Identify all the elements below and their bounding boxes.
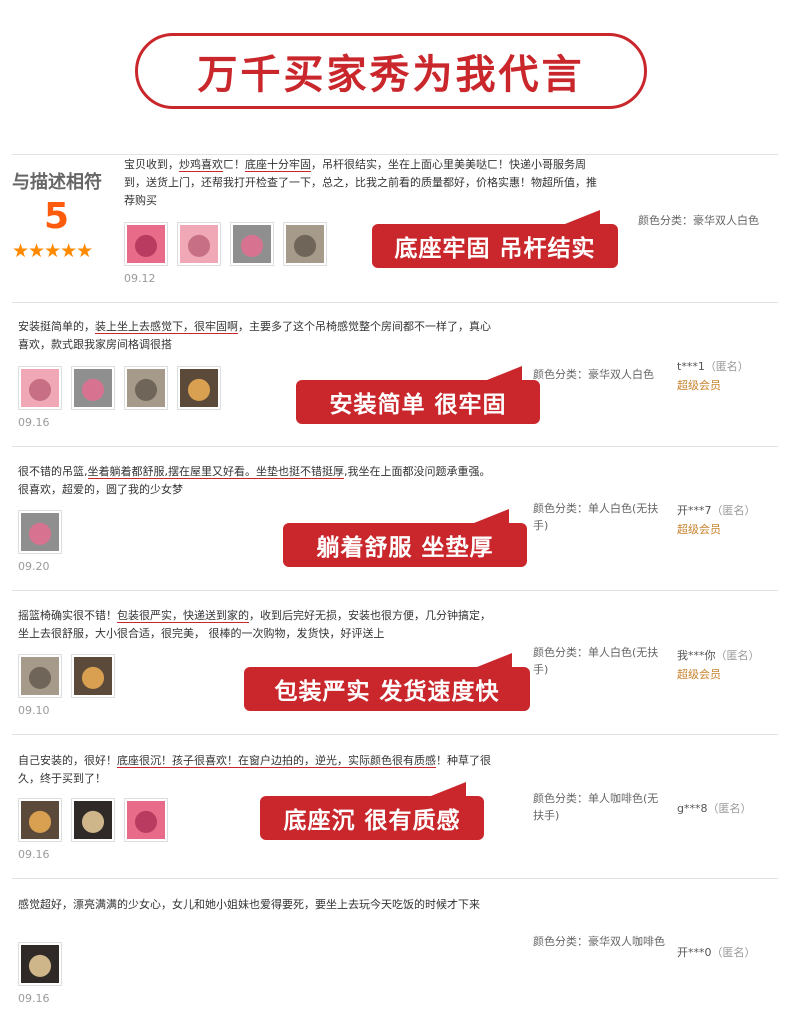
review-photo[interactable] [18,366,62,410]
reviewer-name: g***8（匿名） [677,802,752,815]
review-photo[interactable] [18,942,62,986]
review-spec: 颜色分类：豪华双人白色 [533,368,654,381]
rating-stars-icon: ★★★★★ [12,240,93,262]
review-date: 09.16 [18,992,50,1005]
banner-title: 万千买家秀为我代言 [197,52,585,98]
review-text: 宝贝收到，炒鸡喜欢ㄈ！底座十分牢固，吊杆很结实，坐在上面心里美美哒ㄈ！快递小哥服… [124,156,604,210]
review-text-highlight: 炒鸡喜欢 [179,158,223,172]
photo-thumbnail [127,225,165,263]
review-highlight-tag: 底座沉 很有质感 [260,782,484,840]
photo-thumbnail [21,801,59,839]
review-text: 感觉超好，漂亮满满的少女心，女儿和她小姐妹也爱得要死，要坐上去玩今天吃饭的时候才… [18,896,498,914]
review-date: 09.16 [18,416,50,429]
divider [12,154,778,155]
review-text: 安装挺简单的，装上坐上去感觉下，很牢固啊，主要多了这个吊椅感觉整个房间都不一样了… [18,318,498,354]
review-text-segment: ㄈ！ [223,158,245,171]
review-spec: 颜色分类：单人白色(无扶手) [533,646,659,676]
review-text-segment: 安装挺简单的， [18,320,95,333]
review-text: 摇篮椅确实很不错！包装很严实，快递送到家的，收到后完好无损，安装也很方便，几分钟… [18,607,498,643]
review-spec: 颜色分类：豪华双人白色 [638,214,759,227]
review-thumbnails [124,222,327,266]
vip-badge: 超级会员 [677,379,721,392]
photo-thumbnail [180,369,218,407]
review-photo[interactable] [230,222,274,266]
photo-thumbnail [180,225,218,263]
vip-badge: 超级会员 [677,523,721,536]
review-text-highlight: 底座十分牢固 [245,158,311,172]
photo-thumbnail [21,513,59,551]
review-date: 09.12 [124,272,156,285]
vip-badge: 超级会员 [677,668,721,681]
reviewer-name: 我***你（匿名） [677,649,760,662]
review-highlight-tag: 底座牢固 吊杆结实 [372,210,618,268]
review-photo[interactable] [124,366,168,410]
review-photo[interactable] [71,366,115,410]
photo-thumbnail [21,945,59,983]
divider [12,302,778,303]
review-text-highlight: 装上坐上去感觉下，很牢固啊 [95,320,238,334]
page-banner: 万千买家秀为我代言 [135,33,647,109]
photo-thumbnail [21,369,59,407]
divider [12,446,778,447]
review-text-segment: 自己安装的，很好！ [18,754,117,767]
review-date: 09.10 [18,704,50,717]
review-photo[interactable] [71,798,115,842]
photo-thumbnail [233,225,271,263]
review-thumbnails [18,366,221,410]
review-spec: 颜色分类：单人白色(无扶手) [533,502,659,532]
review-photo[interactable] [71,654,115,698]
photo-thumbnail [74,801,112,839]
review-photo[interactable] [18,798,62,842]
photo-thumbnail [74,369,112,407]
review-text-segment: 感觉超好，漂亮满满的少女心，女儿和她小姐妹也爱得要死，要坐上去玩今天吃饭的时候才… [18,898,480,911]
divider [12,590,778,591]
review-text: 很不错的吊篮,坐着躺着都舒服,摆在屋里又好看。坐垫也挺不错挺厚,我坐在上面都没问… [18,463,498,499]
review-text-highlight: 坐着躺着都舒服,摆在屋里又好看。坐垫也挺不错挺厚 [87,465,344,479]
score-value: 5 [44,196,70,237]
review-thumbnails [18,942,62,986]
review-spec: 颜色分类：豪华双人咖啡色 [533,935,665,948]
divider [12,878,778,879]
review-photo[interactable] [177,366,221,410]
photo-thumbnail [127,369,165,407]
reviewer-name: t***1（匿名） [677,360,749,373]
review-highlight-tag: 包装严实 发货速度快 [244,653,530,711]
reviewer-name: 开***7（匿名） [677,504,756,517]
reviewer-name: 开***0（匿名） [677,946,756,959]
photo-thumbnail [74,657,112,695]
review-text-segment: 很不错的吊篮, [18,465,88,478]
review-highlight-tag: 躺着舒服 坐垫厚 [283,509,527,567]
photo-thumbnail [21,657,59,695]
review-text-segment: 宝贝收到， [124,158,179,171]
score-label: 与描述相符 [12,172,102,193]
review-text-segment: 摇篮椅确实很不错！ [18,609,117,622]
review-photo[interactable] [124,798,168,842]
review-date: 09.16 [18,848,50,861]
review-photo[interactable] [124,222,168,266]
review-thumbnails [18,510,62,554]
review-text-highlight: 包装很严实，快递送到家的 [117,609,249,623]
review-date: 09.20 [18,560,50,573]
review-thumbnails [18,798,168,842]
review-thumbnails [18,654,115,698]
review-highlight-tag: 安装简单 很牢固 [296,366,540,424]
photo-thumbnail [127,801,165,839]
review-spec: 颜色分类：单人咖啡色(无扶手) [533,792,659,822]
review-photo[interactable] [177,222,221,266]
review-photo[interactable] [18,654,62,698]
review-photo[interactable] [18,510,62,554]
divider [12,734,778,735]
review-text-highlight: 底座很沉！孩子很喜欢！在窗户边拍的，逆光，实际颜色很有质感 [117,754,436,768]
photo-thumbnail [286,225,324,263]
review-photo[interactable] [283,222,327,266]
